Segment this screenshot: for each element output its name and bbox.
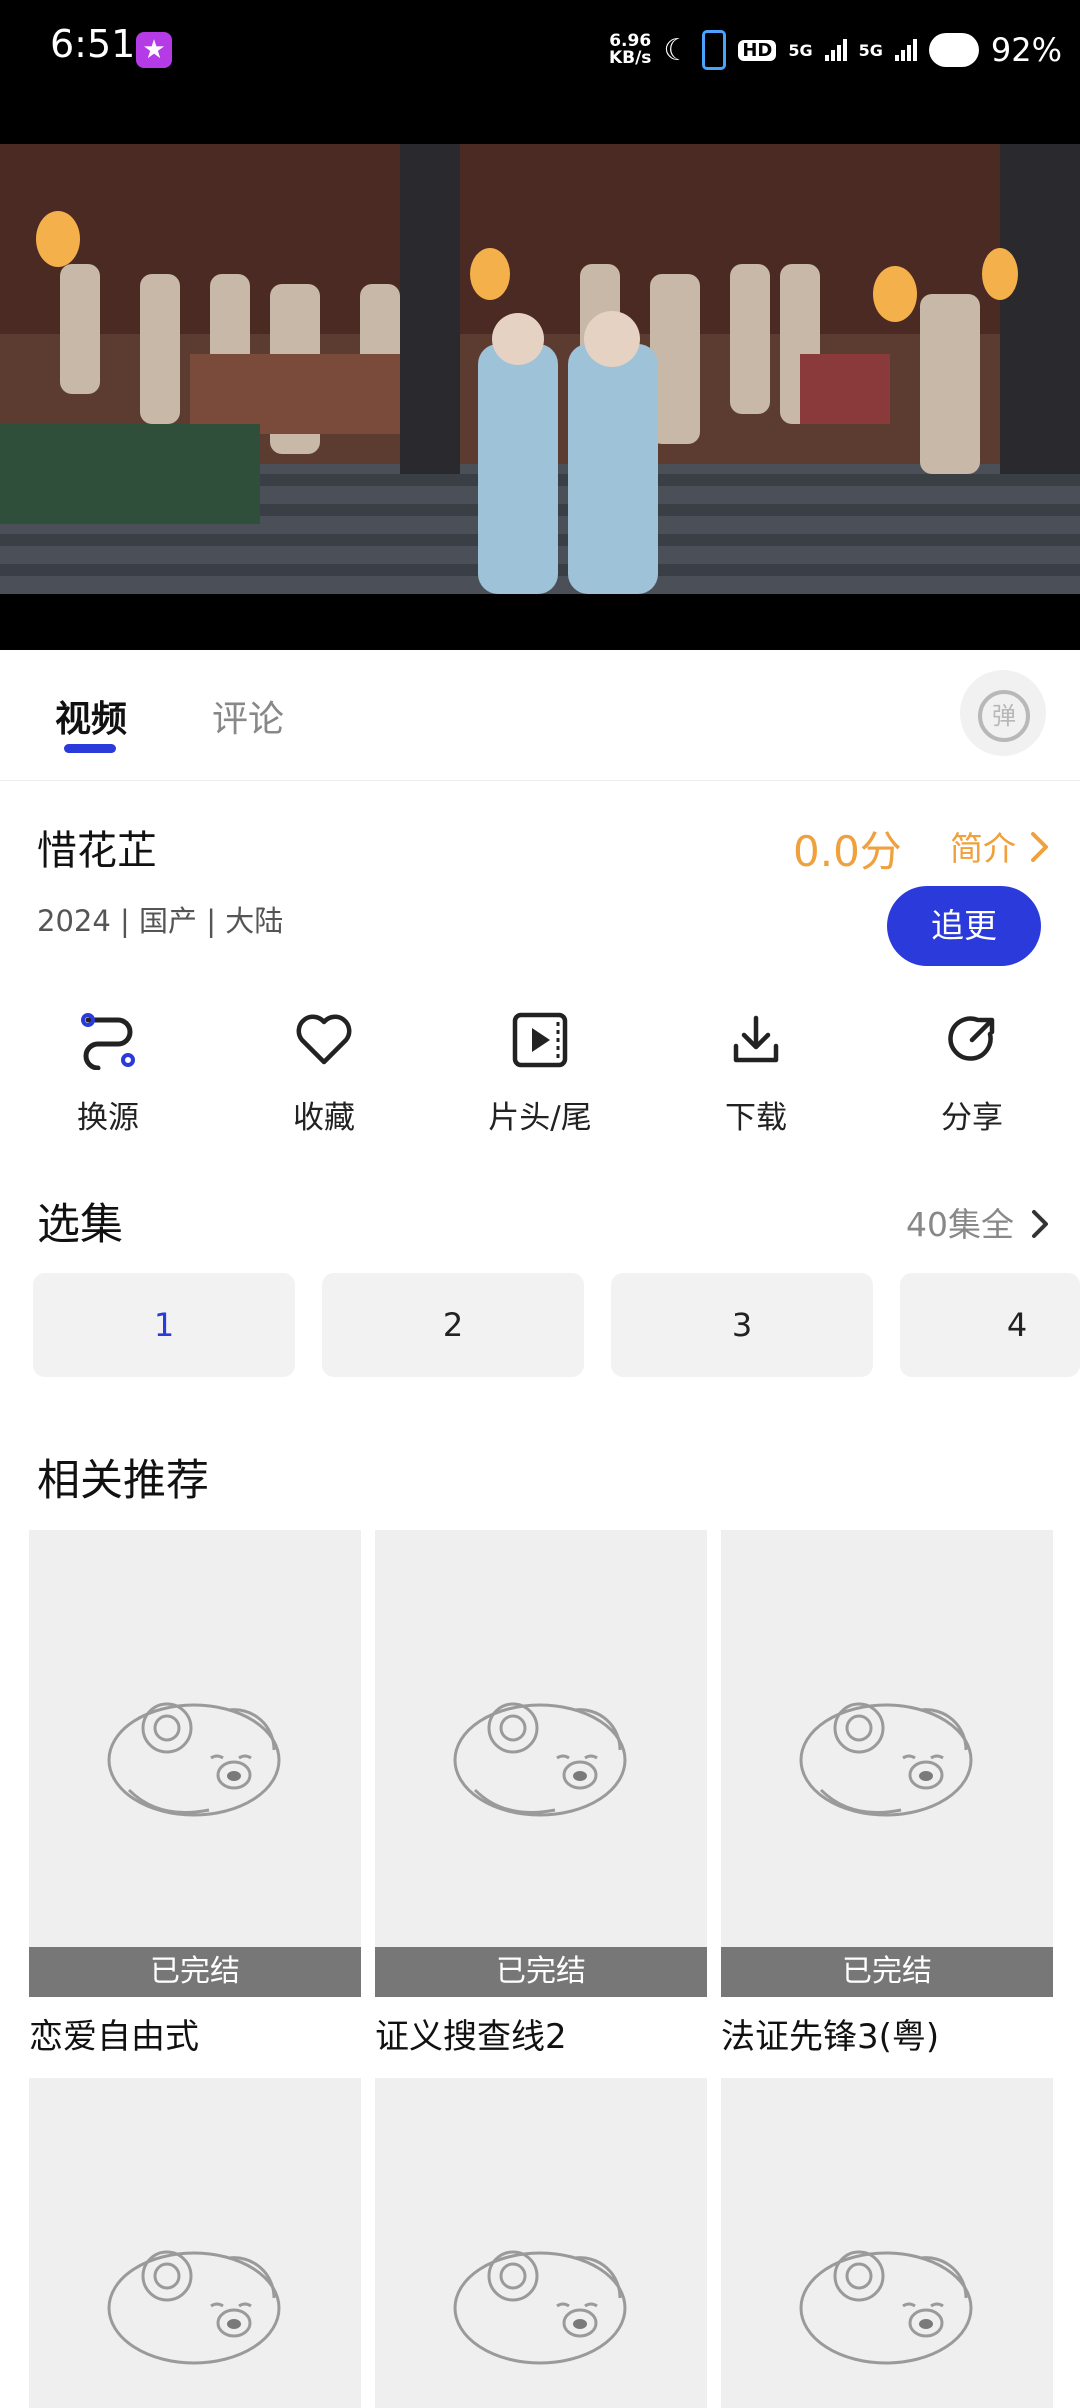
hd-badge: HD [738,39,777,61]
signal-bars-2-icon [894,39,917,61]
moon-icon: ☾ [663,32,691,68]
danmaku-icon: 弹 [978,690,1030,742]
tab-comment[interactable]: 评论 [212,690,284,742]
placeholder-bear-icon [799,2250,973,2365]
recommend-title: 相关推荐 [37,1456,209,1506]
intro-label: 简介 [950,829,1016,868]
switch-source-label: 换源 [77,1100,139,1136]
favorite-label: 收藏 [293,1100,355,1136]
download-button[interactable]: 下载 [666,1010,846,1137]
video-frame [0,144,1080,594]
recommend-card-partial[interactable] [375,2078,707,2408]
placeholder-bear-icon [453,1702,627,1817]
signal-bars-icon [824,39,847,61]
skip-intro-outro-button[interactable]: 片头/尾 [450,1010,630,1137]
download-label: 下载 [725,1100,787,1136]
sim1-5g: 5G [788,40,813,60]
show-title: 惜花芷 [37,828,157,874]
episodes-title: 选集 [37,1200,123,1250]
heart-icon [296,1014,352,1065]
recommend-card-partial[interactable] [721,2078,1053,2408]
episode-item-3[interactable]: 3 [611,1273,873,1377]
status-badge: 已完结 [375,1947,707,1997]
share-button[interactable]: 分享 [882,1010,1062,1137]
recommend-thumbnail [29,2078,361,2408]
battery-percent: 92% [990,31,1062,69]
app-notification-icon: ★ [136,32,172,68]
share-label: 分享 [941,1100,1003,1136]
phone-vibrate-icon [702,30,727,70]
network-speed-unit: KB/s [608,48,652,68]
battery-mascot-icon [928,33,979,67]
episode-item-1[interactable]: 1 [33,1273,295,1377]
detail-tabs: 视频 评论 [0,650,1080,781]
danmaku-toggle-button[interactable]: 弹 [960,670,1046,756]
video-player[interactable] [0,100,1080,650]
skip-intro-outro-label: 片头/尾 [488,1100,592,1136]
recommend-name: 恋爱自由式 [29,2017,199,2057]
active-tab-indicator [64,744,116,753]
chevron-right-icon [1030,832,1048,862]
status-bar: 6:51 ★ 6.96 KB/s ☾ HD 5G 5G 92% [0,0,1080,100]
recommend-name: 法证先锋3(粤) [721,2017,940,2057]
episode-item-4-label: 4 [1006,1306,1028,1344]
chevron-right-icon [1031,1210,1048,1238]
show-meta: 2024 | 国产 | 大陆 [37,904,284,938]
status-badge: 已完结 [721,1947,1053,1997]
recommend-thumbnail: 已完结 [721,1530,1053,1997]
recommend-thumbnail [375,2078,707,2408]
status-icons: 6.96 KB/s ☾ HD 5G 5G 92% [609,28,1062,72]
recommend-card[interactable]: 已完结 证义搜查线2 [375,1530,707,2058]
recommend-thumbnail: 已完结 [375,1530,707,1997]
switch-source-button[interactable]: 换源 [18,1010,198,1137]
episodes-total: 40集全 [906,1205,1014,1244]
episodes-total-link[interactable]: 40集全 [906,1198,1051,1246]
recommend-thumbnail: 已完结 [29,1530,361,1997]
status-time: 6:51 [50,22,136,66]
network-speed: 6.96 KB/s [609,33,651,67]
status-badge: 已完结 [29,1947,361,1997]
placeholder-bear-icon [799,1702,973,1817]
sim2-5g: 5G [858,40,883,60]
show-score: 0.0分 [793,827,902,876]
recommend-card[interactable]: 已完结 法证先锋3(粤) [721,1530,1053,2058]
episode-item-4[interactable]: 4 [900,1273,1080,1377]
placeholder-bear-icon [107,1702,281,1817]
episode-item-2[interactable]: 2 [322,1273,584,1377]
favorite-button[interactable]: 收藏 [234,1010,414,1137]
share-icon [948,1016,995,1061]
play-intro-icon [512,1012,568,1068]
recommend-card[interactable]: 已完结 恋爱自由式 [29,1530,361,2058]
download-icon [733,1015,779,1063]
placeholder-bear-icon [453,2250,627,2365]
intro-link[interactable]: 简介 [950,822,1051,870]
recommend-thumbnail [721,2078,1053,2408]
recommend-name: 证义搜查线2 [375,2017,567,2057]
recommend-card-partial[interactable] [29,2078,361,2408]
follow-button[interactable]: 追更 [887,886,1041,966]
placeholder-bear-icon [107,2250,281,2365]
tab-video[interactable]: 视频 [55,690,127,742]
switch-source-icon [81,1013,135,1071]
